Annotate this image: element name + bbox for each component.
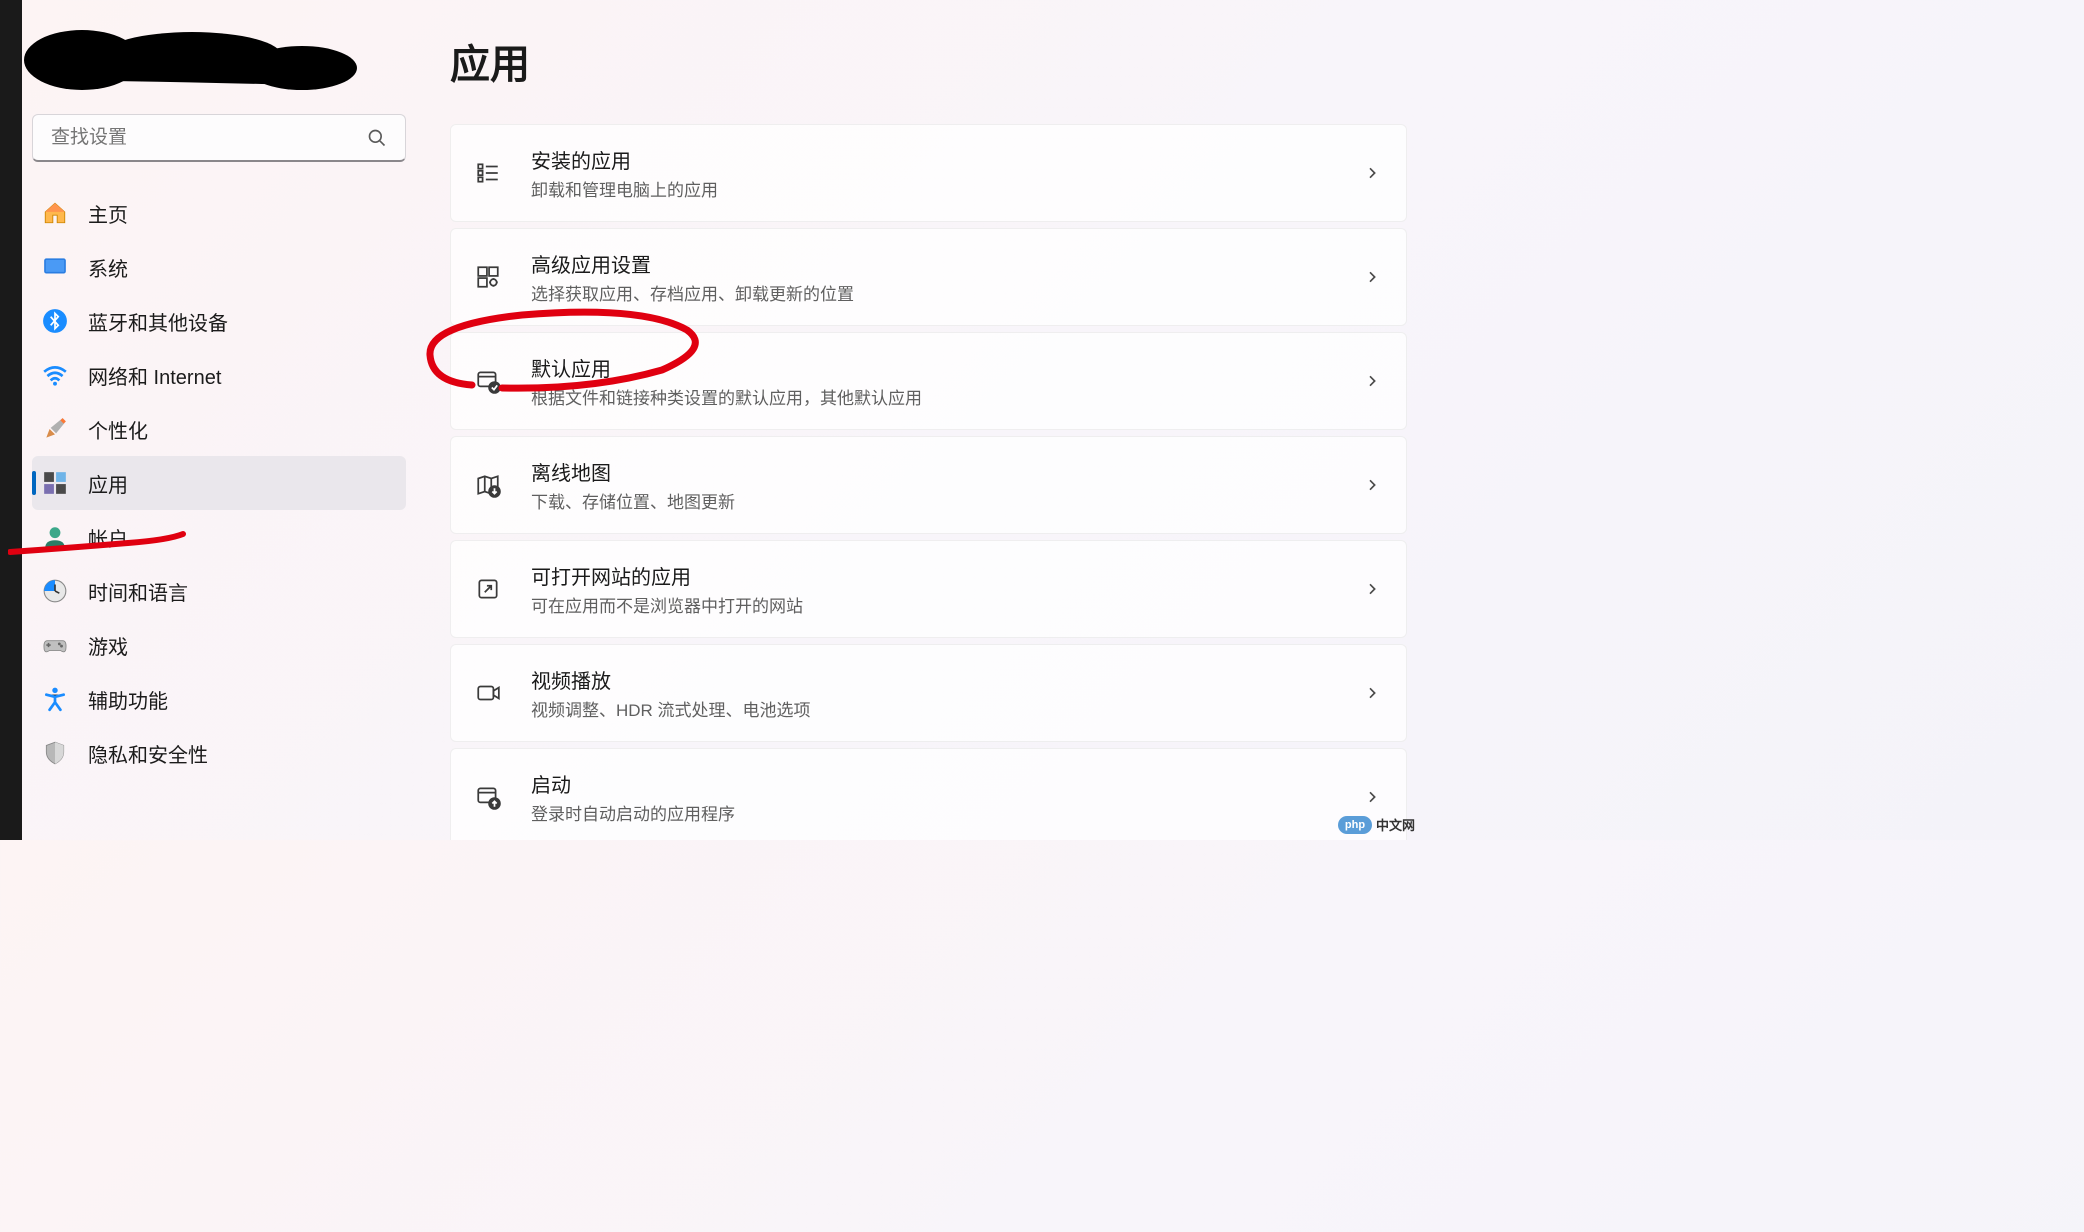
nav-item-privacy[interactable]: 隐私和安全性 (32, 726, 406, 780)
main-content: 应用 安装的应用卸载和管理电脑上的应用 高级应用设置选择获取应用、存档应用、卸载… (424, 0, 1421, 840)
watermark-text: 中文网 (1376, 815, 1415, 834)
card-title: 高级应用设置 (531, 249, 1364, 278)
redaction-scribble (22, 26, 362, 94)
nav-item-personalize[interactable]: 个性化 (32, 402, 406, 456)
nav-label: 网络和 Internet (88, 361, 221, 390)
search-field[interactable] (51, 127, 367, 149)
card-title: 可打开网站的应用 (531, 561, 1364, 590)
nav-label: 隐私和安全性 (88, 739, 208, 768)
grid-gear-icon (473, 262, 503, 292)
map-download-icon (473, 470, 503, 500)
clock-icon (42, 578, 68, 604)
card-desc: 登录时自动启动的应用程序 (531, 800, 1364, 825)
watermark: php 中文网 (1338, 815, 1415, 834)
bluetooth-icon (42, 308, 68, 334)
card-advanced-app-settings[interactable]: 高级应用设置选择获取应用、存档应用、卸载更新的位置 (450, 228, 1407, 326)
home-icon (42, 200, 68, 226)
window-left-border (0, 0, 22, 840)
card-offline-maps[interactable]: 离线地图下载、存储位置、地图更新 (450, 436, 1407, 534)
profile-area (22, 8, 424, 114)
card-desc: 可在应用而不是浏览器中打开的网站 (531, 592, 1364, 617)
external-link-icon (473, 574, 503, 604)
nav-label: 时间和语言 (88, 577, 188, 606)
card-startup[interactable]: 启动登录时自动启动的应用程序 (450, 748, 1407, 840)
chevron-right-icon (1364, 685, 1380, 701)
accessibility-icon (42, 686, 68, 712)
search-icon (367, 128, 387, 148)
system-icon (42, 254, 68, 280)
nav-item-gaming[interactable]: 游戏 (32, 618, 406, 672)
card-desc: 卸载和管理电脑上的应用 (531, 176, 1364, 201)
search-input[interactable] (32, 114, 406, 162)
nav-label: 系统 (88, 253, 128, 282)
nav-label: 主页 (88, 199, 128, 228)
watermark-logo: php (1338, 816, 1372, 834)
card-title: 离线地图 (531, 457, 1364, 486)
card-video-playback[interactable]: 视频播放视频调整、HDR 流式处理、电池选项 (450, 644, 1407, 742)
chevron-right-icon (1364, 269, 1380, 285)
nav-item-system[interactable]: 系统 (32, 240, 406, 294)
nav-item-time[interactable]: 时间和语言 (32, 564, 406, 618)
nav-label: 辅助功能 (88, 685, 168, 714)
wifi-icon (42, 362, 68, 388)
window-check-icon (473, 366, 503, 396)
nav-label: 应用 (88, 469, 128, 498)
brush-icon (42, 416, 68, 442)
apps-icon (42, 470, 68, 496)
chevron-right-icon (1364, 477, 1380, 493)
card-title: 安装的应用 (531, 145, 1364, 174)
nav-item-accessibility[interactable]: 辅助功能 (32, 672, 406, 726)
nav-label: 个性化 (88, 415, 148, 444)
video-icon (473, 678, 503, 708)
nav-item-bluetooth[interactable]: 蓝牙和其他设备 (32, 294, 406, 348)
card-installed-apps[interactable]: 安装的应用卸载和管理电脑上的应用 (450, 124, 1407, 222)
nav-label: 帐户 (88, 523, 128, 552)
nav-item-apps[interactable]: 应用 (32, 456, 406, 510)
card-default-apps[interactable]: 默认应用根据文件和链接种类设置的默认应用，其他默认应用 (450, 332, 1407, 430)
card-desc: 视频调整、HDR 流式处理、电池选项 (531, 696, 1364, 721)
account-icon (42, 524, 68, 550)
page-title: 应用 (450, 32, 1407, 90)
card-website-apps[interactable]: 可打开网站的应用可在应用而不是浏览器中打开的网站 (450, 540, 1407, 638)
card-title: 启动 (531, 769, 1364, 798)
card-title: 默认应用 (531, 353, 1364, 382)
nav-item-home[interactable]: 主页 (32, 186, 406, 240)
nav-list: 主页 系统 蓝牙和其他设备 网络和 Internet 个性化 应用 帐户 时间 (22, 180, 424, 780)
nav-label: 蓝牙和其他设备 (88, 307, 228, 336)
shield-icon (42, 740, 68, 766)
card-desc: 选择获取应用、存档应用、卸载更新的位置 (531, 280, 1364, 305)
card-desc: 根据文件和链接种类设置的默认应用，其他默认应用 (531, 384, 1364, 409)
chevron-right-icon (1364, 165, 1380, 181)
chevron-right-icon (1364, 373, 1380, 389)
nav-item-network[interactable]: 网络和 Internet (32, 348, 406, 402)
nav-item-account[interactable]: 帐户 (32, 510, 406, 564)
sidebar: 主页 系统 蓝牙和其他设备 网络和 Internet 个性化 应用 帐户 时间 (22, 0, 424, 840)
card-title: 视频播放 (531, 665, 1364, 694)
card-desc: 下载、存储位置、地图更新 (531, 488, 1364, 513)
chevron-right-icon (1364, 789, 1380, 805)
nav-label: 游戏 (88, 631, 128, 660)
chevron-right-icon (1364, 581, 1380, 597)
list-icon (473, 158, 503, 188)
startup-icon (473, 782, 503, 812)
gamepad-icon (42, 632, 68, 658)
